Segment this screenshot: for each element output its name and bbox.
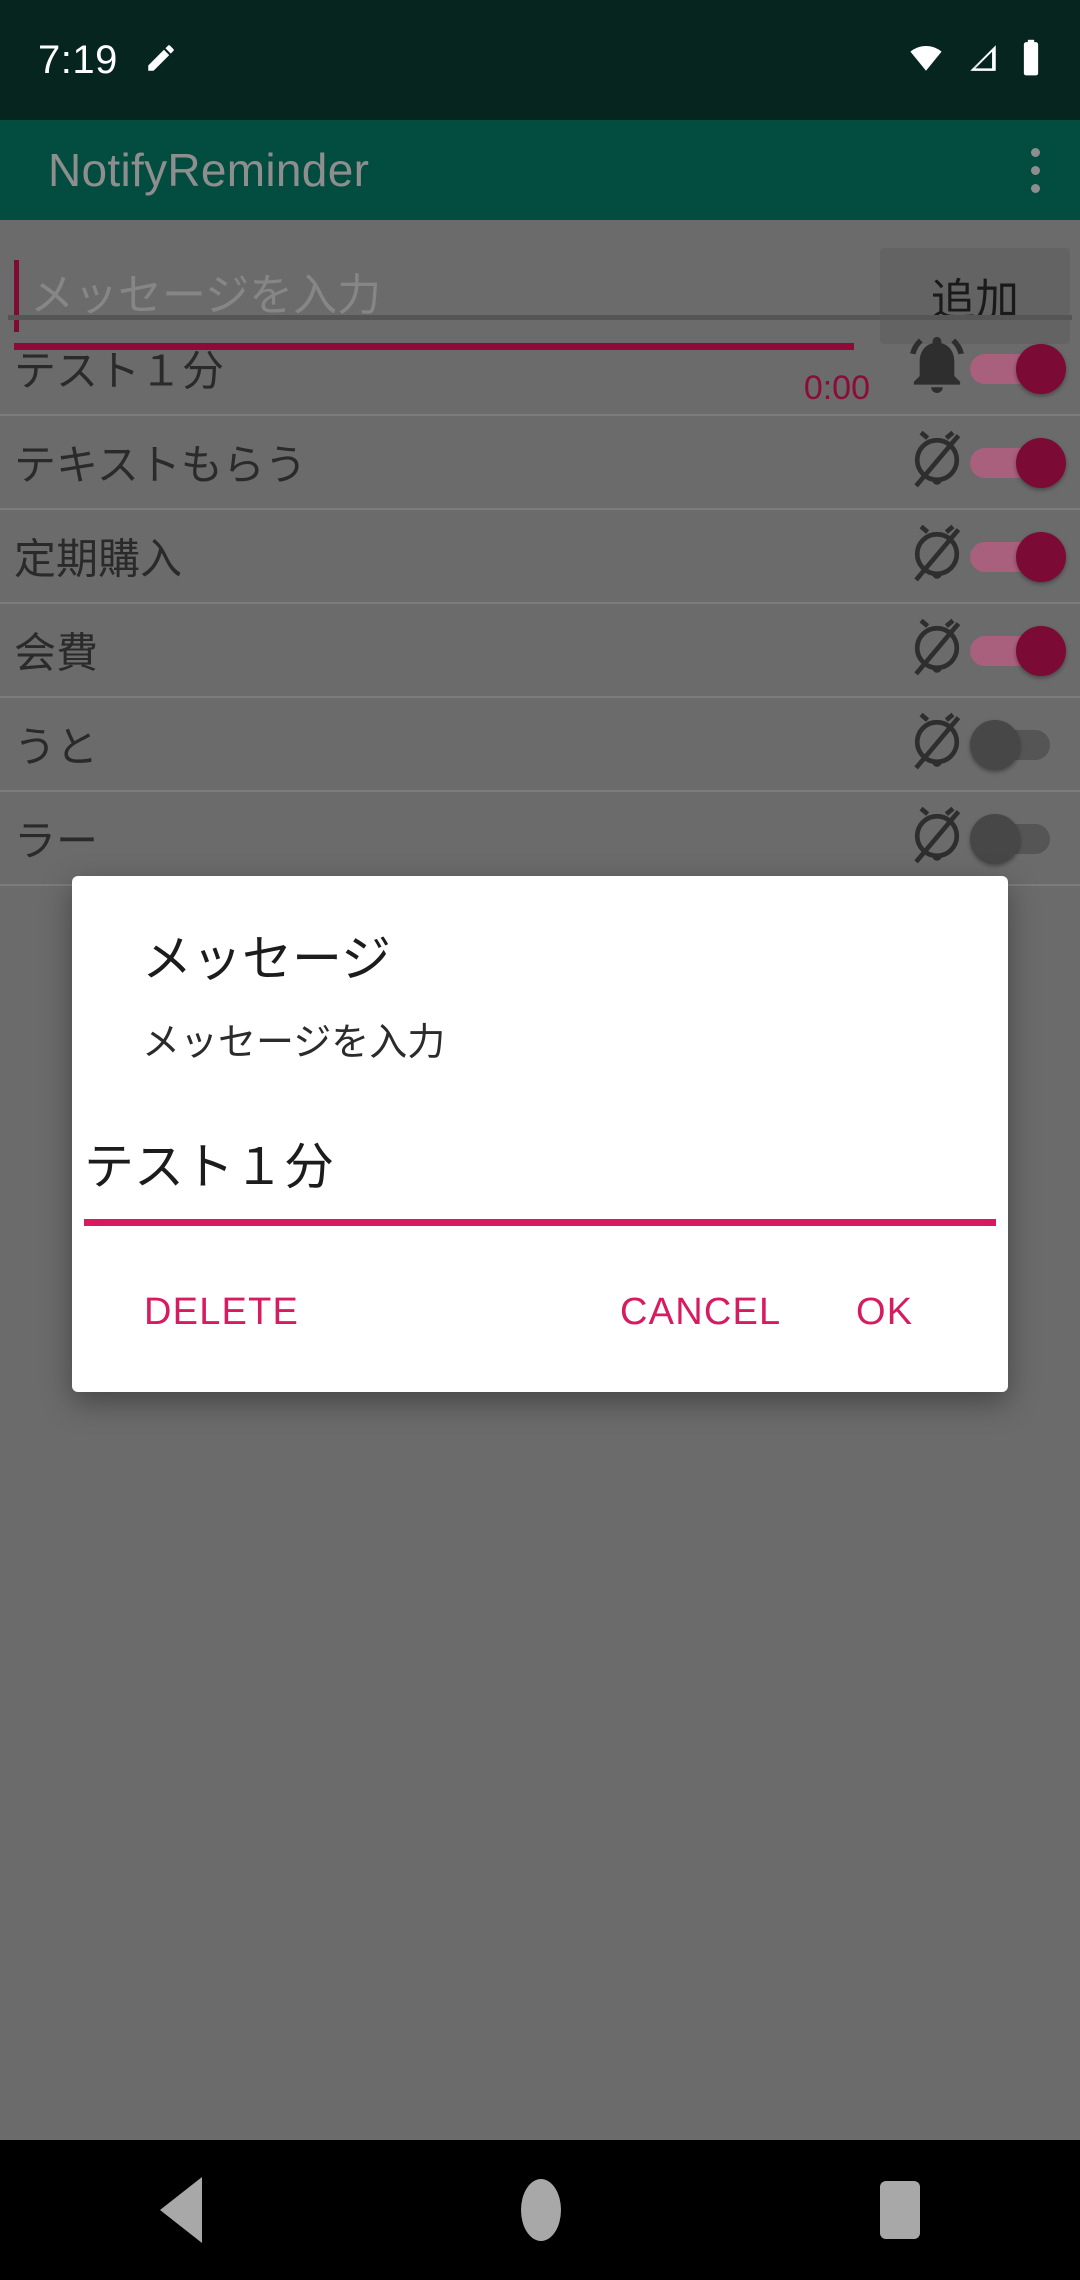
reminder-label: うと [14,723,99,771]
reminder-toggle[interactable] [970,438,1066,488]
dialog-message-input-value: テスト１分 [84,1139,334,1195]
wifi-icon [906,41,946,80]
cellular-signal-icon [964,41,1002,80]
status-bar-left: 7:19 [0,40,178,80]
back-button-icon[interactable] [159,2177,202,2243]
phone-screen: 7:19 NotifyReminder メッセージを入力 追加 テスト１分 0:… [0,0,1080,2280]
dialog-actions: DELETE CANCEL OK [72,1276,1008,1356]
alarm-off-icon[interactable] [904,803,970,874]
status-clock: 7:19 [38,38,118,82]
dialog-subtitle: メッセージを入力 [142,1022,446,1064]
reminder-timer: 0:00 [803,369,870,407]
home-button-icon[interactable] [520,2179,561,2241]
pencil-icon [144,41,178,80]
reminder-label: 会費 [14,629,99,677]
reminder-row[interactable]: テスト１分 0:00 [0,322,1080,416]
battery-icon [1020,39,1042,82]
reminder-row[interactable]: テキストもらう [0,416,1080,510]
overflow-dot [1031,147,1040,157]
toggle-thumb [1016,532,1066,582]
toggle-thumb [1016,438,1066,488]
alarm-off-icon[interactable] [904,615,970,686]
toggle-thumb [1016,626,1066,676]
cancel-button[interactable]: CANCEL [620,1276,781,1348]
ok-button[interactable]: OK [856,1276,913,1348]
overflow-dot [1031,183,1040,193]
reminder-toggle[interactable] [970,344,1066,394]
alarm-off-icon[interactable] [904,521,970,592]
reminder-toggle[interactable] [970,814,1066,864]
system-navigation-bar [0,2140,1080,2280]
reminder-row[interactable]: 定期購入 [0,510,1080,604]
reminder-label: テキストもらう [14,441,307,489]
edit-message-dialog: メッセージ メッセージを入力 テスト１分 DELETE CANCEL OK [72,876,1008,1392]
reminder-label: テスト１分 [14,347,225,395]
app-bar: NotifyReminder [0,120,1080,220]
reminder-toggle[interactable] [970,532,1066,582]
reminder-row[interactable]: ラー [0,792,1080,886]
reminder-list: テスト１分 0:00 テキストもらう 定期購入 会費 うと ラー [0,322,1080,886]
alarm-on-icon[interactable] [904,333,970,404]
dialog-title: メッセージ [142,931,391,987]
dialog-message-input-underline [84,1219,996,1226]
reminder-label: ラー [14,817,99,865]
reminder-toggle[interactable] [970,626,1066,676]
toggle-thumb [1016,344,1066,394]
status-bar-right [906,39,1080,82]
reminder-row[interactable]: うと [0,698,1080,792]
reminder-row[interactable]: 会費 [0,604,1080,698]
list-top-divider [8,315,1072,320]
alarm-off-icon[interactable] [904,709,970,780]
recents-button-icon[interactable] [880,2181,921,2239]
reminder-toggle[interactable] [970,720,1066,770]
overflow-menu-icon[interactable] [1031,147,1080,193]
toggle-thumb [970,720,1020,770]
reminder-label: 定期購入 [14,535,183,583]
toggle-thumb [970,814,1020,864]
status-bar: 7:19 [0,0,1080,120]
page-title: NotifyReminder [48,144,370,196]
dialog-message-input[interactable]: テスト１分 [84,1124,996,1234]
overflow-dot [1031,165,1040,175]
delete-button[interactable]: DELETE [144,1276,299,1348]
alarm-off-icon[interactable] [904,427,970,498]
